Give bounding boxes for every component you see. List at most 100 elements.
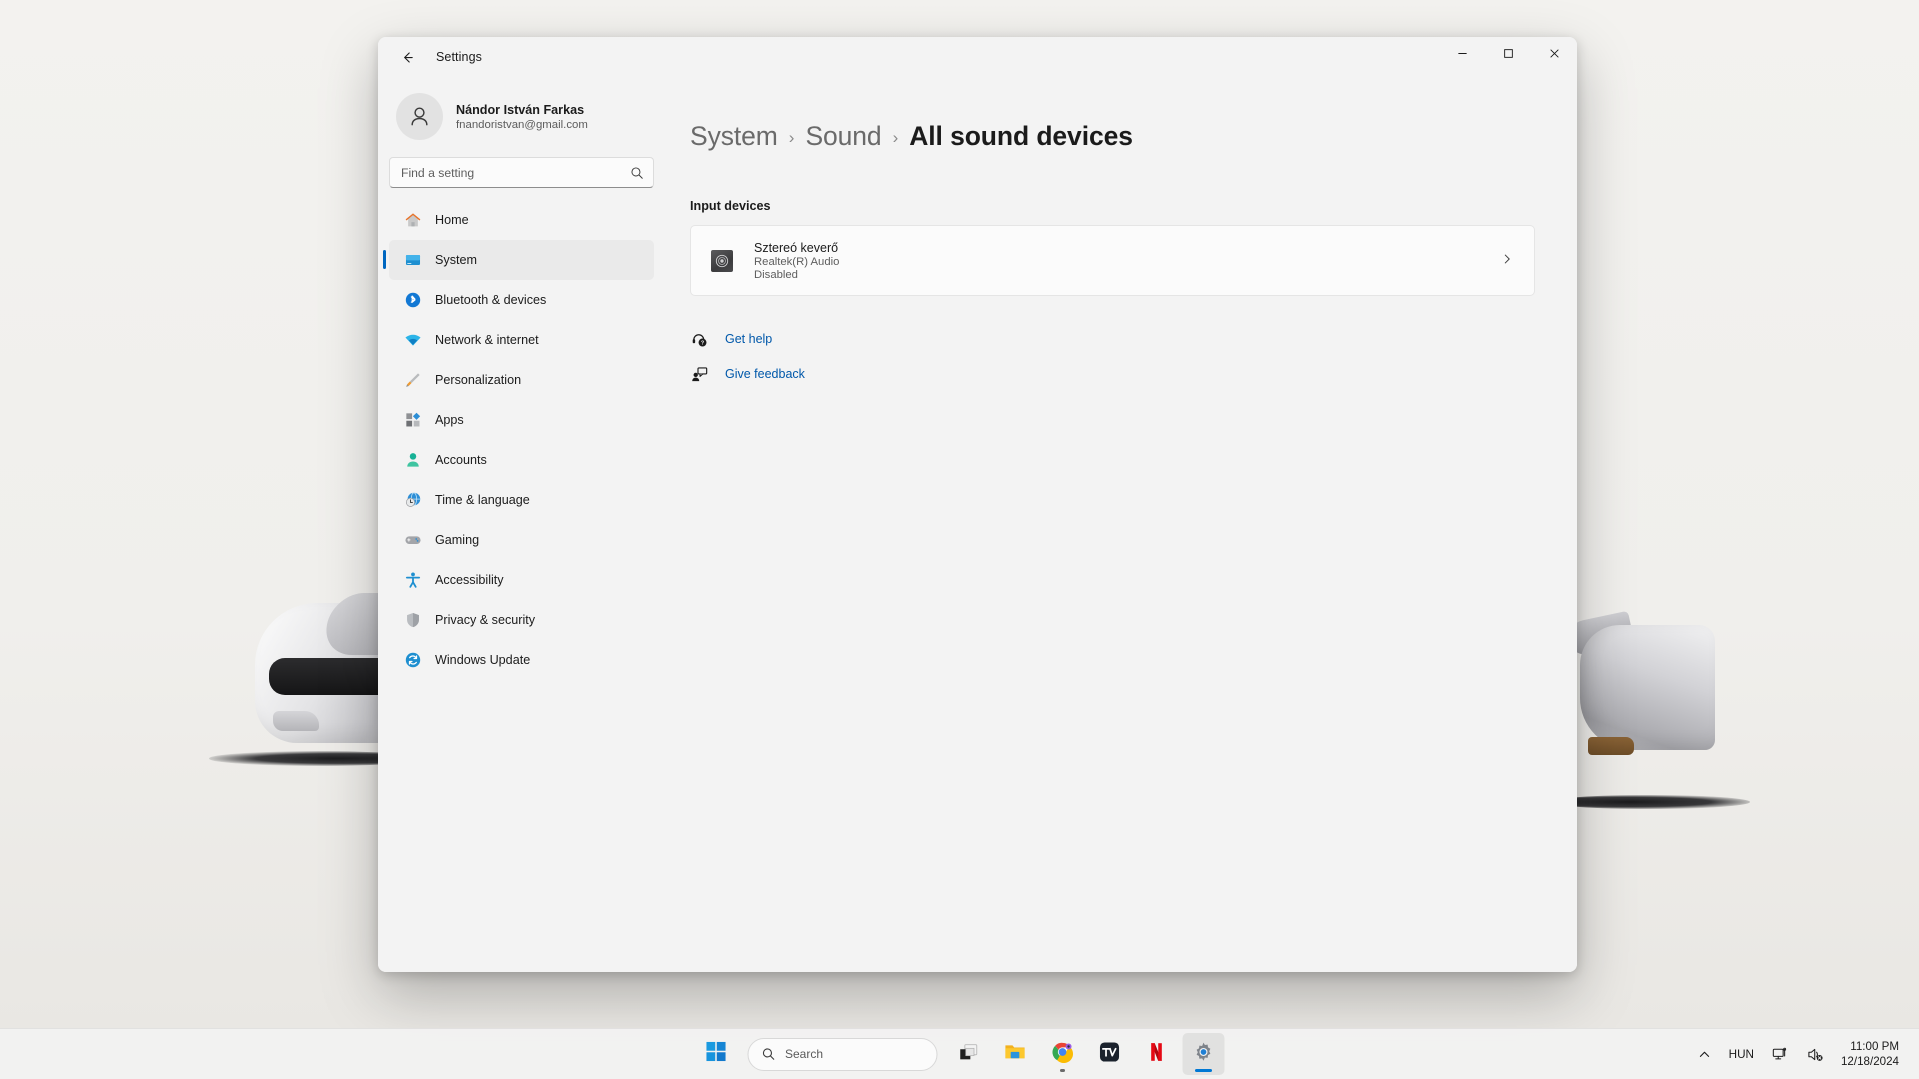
maximize-icon [1503,49,1513,58]
sidebar-item-label: Personalization [435,373,522,387]
accessibility-icon [403,571,422,590]
clock-globe-icon [403,491,422,510]
breadcrumb: System › Sound › All sound devices [690,121,1535,152]
active-indicator [1194,1069,1212,1072]
help-question-icon: ? [690,330,708,348]
taskbar-button-chrome[interactable] [1041,1033,1083,1075]
person-icon [403,451,422,470]
clock[interactable]: 11:00 PM 12/18/2024 [1835,1035,1908,1073]
sidebar-item-label: Apps [435,413,464,427]
minimize-button[interactable] [1439,37,1485,70]
device-driver: Realtek(R) Audio [754,255,840,268]
start-button[interactable] [695,1033,737,1075]
taskbar-search[interactable]: Search [747,1037,937,1071]
sidebar-item-accessibility[interactable]: Accessibility [389,560,654,600]
audio-mixer-icon [711,249,733,272]
person-avatar-icon [411,107,428,126]
sidebar-item-network-internet[interactable]: Network & internet [389,320,654,360]
sidebar-item-bluetooth-devices[interactable]: Bluetooth & devices [389,280,654,320]
breadcrumb-item-system[interactable]: System [690,121,778,152]
search-input[interactable] [401,165,630,180]
account-card[interactable]: Nándor István Farkas fnandoristvan@gmail… [389,85,654,150]
breadcrumb-item-all-sound-devices: All sound devices [909,121,1133,151]
breadcrumb-item-sound[interactable]: Sound [805,121,881,152]
minimize-icon [1457,53,1467,54]
sidebar-item-windows-update[interactable]: Windows Update [389,640,654,680]
paintbrush-icon [403,371,422,390]
sidebar: Nándor István Farkas fnandoristvan@gmail… [378,85,665,972]
account-name: Nándor István Farkas [456,102,585,117]
taskbar: Search HUN 11:00 PM 12/18/2024 [0,1028,1919,1079]
taskbar-center-group: Search [695,1029,1224,1079]
volume-button[interactable] [1800,1035,1831,1073]
update-refresh-icon [403,651,422,670]
sidebar-item-system[interactable]: System [383,240,654,280]
device-card-stereo-mix[interactable]: Sztereó keverő Realtek(R) Audio Disabled [690,225,1535,296]
close-button[interactable] [1531,37,1577,70]
get-help-row[interactable]: ? Get help [690,330,1535,348]
sidebar-item-label: Bluetooth & devices [435,293,547,307]
section-title-input-devices: Input devices [690,199,771,213]
settings-gear-icon [1192,1041,1214,1068]
sidebar-item-gaming[interactable]: Gaming [389,520,654,560]
sidebar-item-home[interactable]: Home [389,200,654,240]
back-button[interactable] [390,41,424,73]
taskbar-button-file-explorer[interactable] [994,1033,1036,1075]
search-icon [631,166,643,179]
breadcrumb-separator: › [788,128,795,147]
taskbar-button-settings[interactable] [1182,1033,1224,1075]
bluetooth-icon [403,291,422,310]
wallpaper-car-rear [1550,595,1770,809]
sidebar-item-label: Accessibility [435,573,504,587]
avatar [396,93,443,140]
taskbar-button-tradingview[interactable] [1088,1033,1130,1075]
desktop: Settings Nándor István Farkas fnandorist… [0,0,1919,1079]
monitor-icon [403,251,422,270]
window-controls [1439,37,1577,70]
clock-time: 11:00 PM [1850,1039,1899,1053]
file-explorer-icon [1004,1040,1027,1068]
system-tray: HUN 11:00 PM 12/18/2024 [1691,1029,1919,1079]
give-feedback-link[interactable]: Give feedback [725,367,805,381]
window-titlebar: Settings [378,37,1577,85]
sidebar-item-apps[interactable]: Apps [389,400,654,440]
sidebar-item-label: Time & language [435,493,530,507]
tradingview-icon [1098,1041,1120,1068]
search-box[interactable] [389,157,654,188]
sidebar-navigation: Home System Bluetooth & devices Network … [383,200,654,680]
network-display-icon [1772,1047,1787,1059]
help-links: ? Get help Give feedback [690,330,1535,383]
task-view-icon [957,1041,979,1068]
windows-start-icon [706,1041,727,1067]
tray-overflow-button[interactable] [1691,1035,1718,1073]
search-icon [762,1048,774,1060]
window-title: Settings [436,50,482,64]
maximize-button[interactable] [1485,37,1531,70]
taskbar-search-placeholder: Search [785,1047,824,1061]
sidebar-item-privacy-security[interactable]: Privacy & security [389,600,654,640]
sidebar-item-label: Accounts [435,453,487,467]
account-email: fnandoristvan@gmail.com [456,118,588,131]
breadcrumb-separator: › [892,128,899,147]
sidebar-item-personalization[interactable]: Personalization [389,360,654,400]
clock-date: 12/18/2024 [1840,1055,1899,1068]
sidebar-item-label: Windows Update [435,653,531,667]
close-icon [1549,49,1559,58]
get-help-link[interactable]: Get help [725,332,772,346]
chrome-icon [1051,1041,1073,1068]
sidebar-item-label: Network & internet [435,333,539,347]
chevron-up-icon [1699,1051,1709,1057]
language-indicator[interactable]: HUN [1722,1035,1761,1073]
network-display-button[interactable] [1765,1035,1796,1073]
taskbar-button-netflix[interactable] [1135,1033,1177,1075]
sidebar-item-time-language[interactable]: Time & language [389,480,654,520]
speaker-muted-icon [1808,1048,1823,1061]
home-icon [403,211,422,230]
sidebar-item-label: System [435,253,477,267]
give-feedback-row[interactable]: Give feedback [690,365,1535,383]
sidebar-item-accounts[interactable]: Accounts [389,440,654,480]
taskbar-button-task-view[interactable] [947,1033,989,1075]
settings-window: Settings Nándor István Farkas fnandorist… [378,37,1577,972]
back-arrow-icon [403,51,413,63]
shield-icon [403,611,422,630]
